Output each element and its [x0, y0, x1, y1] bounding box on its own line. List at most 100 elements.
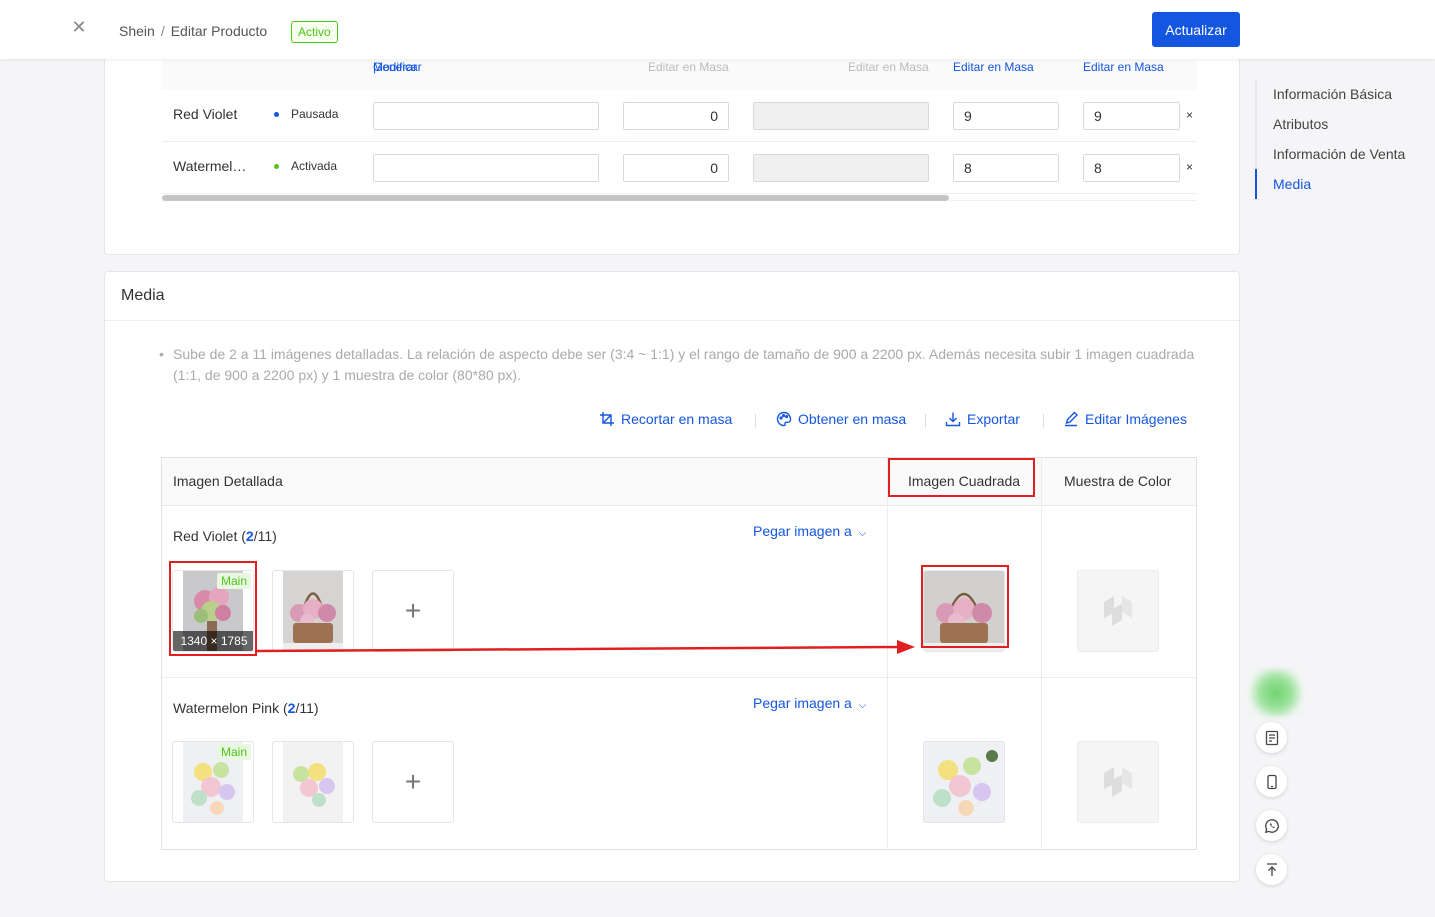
color-swatch-placeholder[interactable] — [1077, 741, 1159, 823]
variant-status: Activada — [291, 159, 338, 173]
edit-images-button[interactable]: Editar Imágenes — [1063, 411, 1187, 427]
bulk-edit-disabled-1: Editar en Masa — [648, 60, 729, 74]
image-max: 11 — [257, 528, 273, 544]
variant-label: Red Violet — [173, 528, 238, 544]
back-to-top-button[interactable] — [1256, 854, 1287, 885]
image-dimensions: 1340 × 1785 — [173, 631, 253, 651]
chevron-down-icon: ⌵ — [858, 528, 867, 539]
crop-bulk-button[interactable]: Recortar en masa — [599, 411, 732, 427]
nav-item-attributes[interactable]: Atributos — [1257, 109, 1405, 139]
price-input[interactable]: 8 — [953, 154, 1059, 182]
fetch-bulk-label: Obtener en masa — [798, 411, 907, 427]
export-button[interactable]: Exportar — [945, 411, 1020, 427]
horizontal-scrollbar[interactable] — [162, 195, 949, 201]
breadcrumb-root[interactable]: Shein — [119, 23, 155, 39]
add-image-button[interactable]: + — [372, 741, 454, 823]
status-badge: Activo — [291, 21, 338, 43]
media-title: Media — [121, 287, 165, 304]
variant-name: Red Violet — [173, 106, 238, 122]
media-variant-name: Red Violet (2/11) — [173, 528, 277, 544]
phone-icon — [1266, 774, 1277, 789]
bulk-edit-link-4[interactable]: Editar en Masa — [1083, 60, 1164, 74]
col-square-image: Imagen Cuadrada — [908, 473, 1021, 489]
breadcrumb-current: Editar Producto — [170, 23, 268, 39]
detailed-image-main[interactable]: Main 1340 × 1785 — [172, 570, 254, 652]
crop-icon — [600, 412, 614, 426]
breadcrumb-separator: / — [160, 23, 165, 39]
quantity-input[interactable]: 0 — [623, 102, 729, 130]
swatch-placeholder-icon — [1104, 596, 1132, 626]
modify-link[interactable]: Modificar — [373, 60, 422, 74]
remove-icon[interactable]: × — [1186, 108, 1193, 122]
toolbar-separator — [1043, 414, 1044, 428]
image-count: 2 — [287, 700, 296, 716]
close-icon[interactable]: ✕ — [71, 18, 87, 36]
price-input[interactable]: 9 — [953, 102, 1059, 130]
chevron-down-icon: ⌵ — [858, 700, 867, 711]
sales-info-card: Generar | Modificar Editar en Masa Edita… — [104, 48, 1240, 255]
sale-price-input[interactable]: 8 — [1083, 154, 1180, 182]
pastel-flowers-square-image — [924, 742, 1004, 822]
notes-icon — [1265, 730, 1278, 745]
media-card: Media • Sube de 2 a 11 imágenes detallad… — [104, 271, 1240, 882]
nav-item-basic-info[interactable]: Información Básica — [1257, 79, 1405, 109]
whatsapp-icon — [1264, 818, 1279, 833]
section-nav: Información Básica Atributos Información… — [1254, 79, 1405, 199]
edit-images-label: Editar Imágenes — [1085, 411, 1187, 427]
nav-item-media[interactable]: Media — [1254, 169, 1405, 199]
nav-item-sales-info[interactable]: Información de Venta — [1257, 139, 1405, 169]
square-image[interactable] — [923, 741, 1005, 823]
disabled-input — [753, 102, 929, 130]
arrow-up-icon — [1266, 862, 1277, 876]
palette-icon — [776, 411, 792, 427]
variant-name: Watermelon Pink — [173, 158, 253, 174]
sale-price-input[interactable]: 9 — [1083, 102, 1180, 130]
export-label: Exportar — [967, 411, 1020, 427]
breadcrumb: Shein / Editar Producto — [119, 23, 267, 39]
download-icon — [945, 412, 961, 427]
disabled-input — [753, 154, 929, 182]
media-hint: • Sube de 2 a 11 imágenes detalladas. La… — [159, 344, 1199, 386]
bulk-edit-link-3[interactable]: Editar en Masa — [953, 60, 1034, 74]
update-button[interactable]: Actualizar — [1152, 12, 1240, 47]
notes-button[interactable] — [1256, 722, 1287, 753]
row-divider — [162, 677, 1196, 678]
variants-table-header: Generar | Modificar Editar en Masa Edita… — [162, 60, 1197, 90]
pastel-flowers-image — [283, 742, 343, 822]
top-header: ✕ Shein / Editar Producto Activo Actualiza… — [0, 0, 1435, 59]
whatsapp-button[interactable] — [1256, 810, 1287, 841]
edit-icon — [1065, 411, 1078, 427]
divider — [105, 320, 1239, 321]
paste-label: Pegar imagen a — [753, 695, 852, 711]
paste-image-dropdown[interactable]: Pegar imagen a ⌵ — [753, 695, 866, 711]
main-tag: Main — [216, 573, 251, 589]
main-tag: Main — [216, 744, 251, 760]
mobile-preview-button[interactable] — [1256, 766, 1287, 797]
media-variant-name: Watermelon Pink (2/11) — [173, 700, 319, 716]
fetch-bulk-button[interactable]: Obtener en masa — [776, 411, 906, 427]
detailed-image-main[interactable]: Main — [172, 741, 254, 823]
paste-image-dropdown[interactable]: Pegar imagen a ⌵ — [753, 523, 866, 539]
color-swatch-placeholder[interactable] — [1077, 570, 1159, 652]
variant-status: Pausada — [291, 107, 339, 121]
variant-label: Watermelon Pink — [173, 700, 280, 716]
hint-bullet: • — [159, 346, 164, 362]
sku-input[interactable] — [373, 102, 599, 130]
quantity-input[interactable]: 0 — [623, 154, 729, 182]
square-image[interactable] — [923, 570, 1005, 652]
variant-row: Red Violet Pausada 0 9 9 × — [162, 90, 1197, 142]
sku-input[interactable] — [373, 154, 599, 182]
remove-icon[interactable]: × — [1186, 160, 1193, 174]
media-toolbar: Recortar en masa Obtener en masa Exporta… — [105, 411, 1239, 431]
status-dot — [274, 164, 279, 169]
variants-table: Generar | Modificar Editar en Masa Edita… — [162, 60, 1197, 194]
annotation-arrow — [256, 640, 915, 654]
variant-row: Watermelon Pink Activada 0 8 8 × — [162, 142, 1197, 194]
scroll-track — [949, 200, 1197, 201]
image-max: 11 — [299, 700, 314, 716]
chat-widget[interactable] — [1249, 669, 1303, 717]
toolbar-separator — [925, 414, 926, 428]
flower-basket-square-image — [924, 571, 1004, 651]
detailed-image[interactable] — [272, 741, 354, 823]
crop-bulk-label: Recortar en masa — [621, 411, 733, 427]
